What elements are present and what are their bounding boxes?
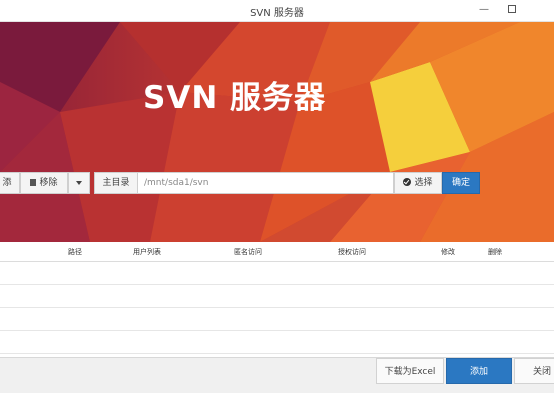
minimize-icon[interactable]: — (477, 3, 491, 17)
root-directory-label: 主目录 (94, 172, 138, 194)
column-header-users[interactable]: 用户列表 (133, 247, 161, 257)
table-row (0, 262, 554, 285)
dialog-footer: 下载为Excel 添加 关闭 (0, 357, 554, 393)
column-header-delete[interactable]: 删除 (488, 247, 502, 257)
table-row (0, 285, 554, 308)
trash-icon (30, 179, 37, 186)
window-titlebar: SVN 服务器 — (0, 0, 554, 22)
column-header-path[interactable]: 路径 (68, 247, 82, 257)
select-path-label: 选择 (414, 178, 433, 188)
check-circle-icon (403, 178, 412, 186)
chevron-down-icon (76, 180, 82, 185)
column-header-edit[interactable]: 修改 (441, 247, 455, 257)
more-dropdown-button[interactable] (68, 172, 90, 194)
banner-title: SVN 服务器 (143, 80, 327, 116)
download-excel-button[interactable]: 下载为Excel (376, 358, 444, 384)
delete-button[interactable]: 移除 (20, 172, 68, 194)
column-header-anonymous-access[interactable]: 匿名访问 (234, 247, 262, 257)
hero-banner: SVN 服务器 (0, 22, 554, 242)
table-row (0, 308, 554, 331)
close-button[interactable]: 关闭 (514, 358, 554, 384)
maximize-icon[interactable] (505, 3, 519, 17)
window-title: SVN 服务器 (250, 8, 304, 19)
banner-background (0, 22, 554, 242)
table-row (0, 331, 554, 354)
table-header: 路径 用户列表 匿名访问 授权访问 修改 删除 (0, 242, 554, 262)
delete-button-label: 移除 (39, 178, 58, 188)
add-svn-button[interactable]: 添 (0, 172, 20, 194)
toolbar: 添 移除 主目录 选择 确定 (0, 172, 554, 194)
add-button[interactable]: 添加 (446, 358, 512, 384)
root-path-input[interactable] (138, 172, 394, 194)
svn-table: 路径 用户列表 匿名访问 授权访问 修改 删除 (0, 242, 554, 354)
column-header-authorized-access[interactable]: 授权访问 (338, 247, 366, 257)
confirm-button[interactable]: 确定 (442, 172, 480, 194)
select-path-button[interactable]: 选择 (394, 172, 442, 194)
